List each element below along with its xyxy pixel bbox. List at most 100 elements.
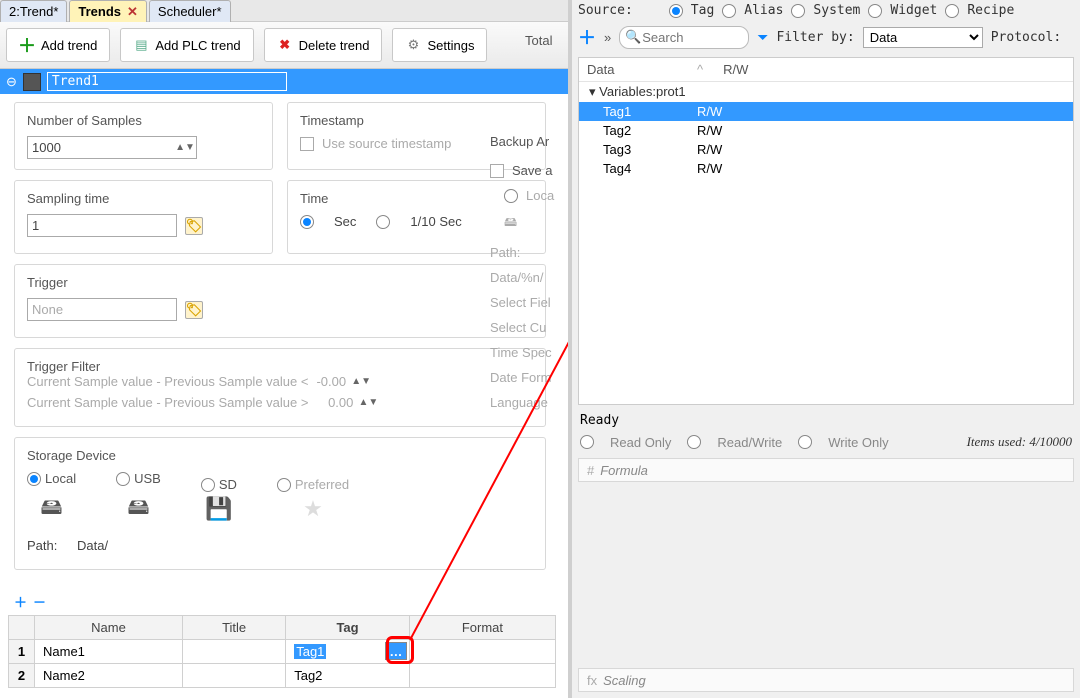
source-system-radio[interactable] bbox=[791, 4, 805, 18]
sampling-label: Sampling time bbox=[27, 191, 260, 206]
readwrite-radio[interactable] bbox=[687, 435, 701, 449]
plc-icon: ▤ bbox=[133, 37, 149, 53]
time-spec-label: Time Spec bbox=[490, 345, 552, 360]
tf2-value[interactable]: 0.00 bbox=[328, 395, 353, 410]
sd-icon: 💾 bbox=[205, 496, 232, 522]
sec-label: Sec bbox=[334, 214, 356, 229]
tree-col-data[interactable]: Data bbox=[587, 62, 697, 77]
star-icon: ★ bbox=[303, 496, 323, 522]
formula-field[interactable]: #Formula bbox=[578, 458, 1074, 482]
trend-name-input[interactable] bbox=[47, 72, 287, 91]
use-source-ts-label: Use source timestamp bbox=[322, 136, 451, 151]
close-icon[interactable]: ✕ bbox=[127, 4, 138, 20]
col-name[interactable]: Name bbox=[35, 616, 183, 640]
tab-2trend[interactable]: 2:Trend* bbox=[0, 0, 67, 22]
table-row[interactable]: 1 Name1 Tag1… bbox=[9, 640, 556, 664]
scaling-field[interactable]: fxScaling bbox=[578, 668, 1074, 692]
storage-local-radio[interactable] bbox=[27, 472, 41, 486]
gear-icon: ⚙ bbox=[405, 37, 421, 53]
search-icon: 🔍 bbox=[625, 29, 641, 45]
add-tag-button[interactable]: ＋ bbox=[578, 24, 596, 50]
tree-group[interactable]: Variables:prot1 bbox=[579, 82, 1073, 102]
writeonly-label: Write Only bbox=[828, 435, 888, 450]
hdd-icon: 🖴 bbox=[40, 490, 62, 528]
use-source-ts-checkbox[interactable] bbox=[300, 137, 314, 151]
filter-icon[interactable]: ⏷ bbox=[757, 29, 768, 46]
readonly-radio[interactable] bbox=[580, 435, 594, 449]
trigger-label: Trigger bbox=[27, 275, 533, 290]
remove-row-button[interactable]: － bbox=[33, 592, 46, 611]
status-text: Ready bbox=[572, 409, 1080, 432]
tf1-value[interactable]: -0.00 bbox=[316, 374, 346, 389]
save-label: Save a bbox=[512, 163, 552, 178]
tab-trends[interactable]: Trends✕ bbox=[69, 0, 147, 22]
backup-local-label: Loca bbox=[526, 188, 554, 203]
save-copy-checkbox[interactable] bbox=[490, 164, 504, 178]
readwrite-label: Read/Write bbox=[717, 435, 782, 450]
time-tenth-radio[interactable] bbox=[376, 215, 390, 229]
tree-col-rw[interactable]: R/W bbox=[723, 62, 748, 77]
opt-tag: Tag bbox=[691, 3, 714, 18]
storage-sd-radio[interactable] bbox=[201, 478, 215, 492]
delete-trend-button[interactable]: ✖Delete trend bbox=[264, 28, 383, 62]
col-format[interactable]: Format bbox=[409, 616, 555, 640]
source-tag-radio[interactable] bbox=[669, 4, 683, 18]
backup-title: Backup Ar bbox=[490, 134, 570, 149]
spinner-icon[interactable]: ▲▼ bbox=[361, 400, 375, 406]
settings-button[interactable]: ⚙Settings bbox=[392, 28, 487, 62]
tree-item[interactable]: Tag3R/W bbox=[579, 140, 1073, 159]
table-row[interactable]: 2 Name2 Tag2 bbox=[9, 664, 556, 688]
source-recipe-radio[interactable] bbox=[945, 4, 959, 18]
backup-local-radio bbox=[504, 189, 518, 203]
source-alias-radio[interactable] bbox=[722, 4, 736, 18]
tree-item[interactable]: Tag2R/W bbox=[579, 121, 1073, 140]
storage-usb-radio[interactable] bbox=[116, 472, 130, 486]
preferred-label: Preferred bbox=[295, 477, 349, 492]
tab-scheduler[interactable]: Scheduler* bbox=[149, 0, 231, 22]
plus-icon: ＋ bbox=[19, 37, 35, 53]
date-form-label: Date Form bbox=[490, 370, 551, 385]
backup-path-value: Data/%n/ bbox=[490, 270, 543, 285]
col-tag[interactable]: Tag bbox=[286, 616, 410, 640]
chevron-right-icon[interactable]: » bbox=[604, 30, 611, 45]
path-label: Path: bbox=[27, 538, 57, 553]
writeonly-radio[interactable] bbox=[798, 435, 812, 449]
time-sec-radio[interactable] bbox=[300, 215, 314, 229]
expand-icon[interactable]: ⊖ bbox=[6, 74, 17, 90]
sort-icon[interactable]: ^ bbox=[697, 62, 703, 77]
tf1-label: Current Sample value - Previous Sample v… bbox=[27, 374, 308, 389]
tree-item[interactable]: Tag4R/W bbox=[579, 159, 1073, 178]
tenth-label: 1/10 Sec bbox=[410, 214, 461, 229]
timestamp-label: Timestamp bbox=[300, 113, 533, 128]
tree-item[interactable]: Tag1R/W bbox=[579, 102, 1073, 121]
spinner-icon[interactable]: ▲▼ bbox=[178, 145, 192, 151]
tag-tree[interactable]: Data^ R/W Variables:prot1 Tag1R/W Tag2R/W… bbox=[578, 57, 1074, 405]
tag-picker-icon[interactable]: 🏷 bbox=[185, 217, 203, 235]
readonly-label: Read Only bbox=[610, 435, 671, 450]
trigger-input[interactable]: None bbox=[27, 298, 177, 321]
backup-panel: Backup Ar Save a Loca 🖴 Path: Data/%n/ S… bbox=[490, 134, 570, 420]
trend-icon bbox=[23, 73, 41, 91]
path-value: Data/ bbox=[77, 538, 108, 553]
source-widget-radio[interactable] bbox=[868, 4, 882, 18]
storage-label: Storage Device bbox=[27, 448, 533, 463]
filter-select[interactable]: Data bbox=[863, 27, 983, 48]
add-plc-trend-button[interactable]: ▤Add PLC trend bbox=[120, 28, 253, 62]
protocol-label: Protocol: bbox=[991, 30, 1061, 45]
tag-picker-icon[interactable]: 🏷 bbox=[185, 301, 203, 319]
tag-browse-button[interactable]: … bbox=[385, 642, 407, 660]
select-cu-label: Select Cu bbox=[490, 320, 546, 335]
samples-input[interactable]: 1000▲▼ bbox=[27, 136, 197, 159]
usb-icon: 🖴 bbox=[127, 490, 149, 528]
sampling-input[interactable]: 1 bbox=[27, 214, 177, 237]
items-used: Items used: 4/10000 bbox=[967, 434, 1072, 450]
opt-recipe: Recipe bbox=[967, 3, 1014, 18]
select-field-label: Select Fiel bbox=[490, 295, 551, 310]
backup-path-label: Path: bbox=[490, 245, 520, 260]
filter-label: Filter by: bbox=[776, 30, 854, 45]
samples-label: Number of Samples bbox=[27, 113, 260, 128]
add-row-button[interactable]: ＋ bbox=[14, 592, 27, 611]
spinner-icon[interactable]: ▲▼ bbox=[354, 379, 368, 385]
col-title[interactable]: Title bbox=[183, 616, 286, 640]
add-trend-button[interactable]: ＋Add trend bbox=[6, 28, 110, 62]
